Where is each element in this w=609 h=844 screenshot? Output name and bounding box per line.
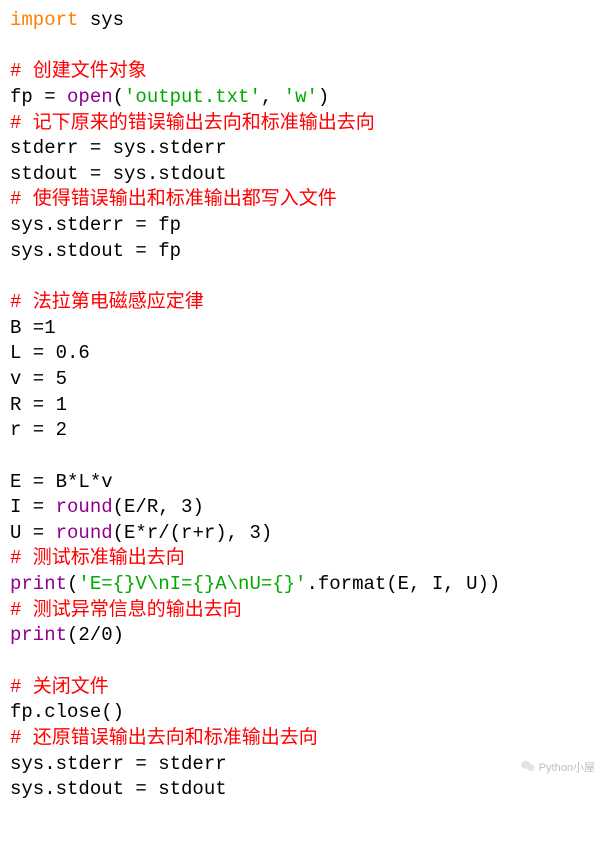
token: (E*r/(r+r), 3) <box>113 522 273 544</box>
comment: # 记下原来的错误输出去向和标准输出去向 <box>10 112 375 134</box>
builtin-print: print <box>10 573 67 595</box>
token: I = <box>10 496 56 518</box>
token: fp = <box>10 86 67 108</box>
code-line: r = 2 <box>10 419 67 441</box>
comment: # 测试异常信息的输出去向 <box>10 599 242 621</box>
watermark: Python小屋 <box>521 760 595 777</box>
token: .format(E, I, U)) <box>306 573 500 595</box>
token: U = <box>10 522 56 544</box>
code-line: sys.stderr = fp <box>10 214 181 236</box>
comment: # 还原错误输出去向和标准输出去向 <box>10 727 318 749</box>
code-line: B =1 <box>10 317 56 339</box>
token: ( <box>67 573 78 595</box>
token: , <box>261 86 284 108</box>
code-line: R = 1 <box>10 394 67 416</box>
builtin-round: round <box>56 496 113 518</box>
token: (2/0) <box>67 624 124 646</box>
keyword-import: import <box>10 9 78 31</box>
code-block: import sys # 创建文件对象 fp = open('output.tx… <box>10 8 599 803</box>
token: ( <box>113 86 124 108</box>
builtin-print: print <box>10 624 67 646</box>
builtin-round: round <box>56 522 113 544</box>
comment: # 测试标准输出去向 <box>10 547 185 569</box>
code-line: v = 5 <box>10 368 67 390</box>
watermark-text: Python小屋 <box>539 761 595 776</box>
comment: # 法拉第电磁感应定律 <box>10 291 204 313</box>
comment: # 创建文件对象 <box>10 60 147 82</box>
string: 'output.txt' <box>124 86 261 108</box>
code-line: stderr = sys.stderr <box>10 137 227 159</box>
code-line: E = B*L*v <box>10 471 113 493</box>
code-line: fp.close() <box>10 701 124 723</box>
string: 'w' <box>284 86 318 108</box>
token: (E/R, 3) <box>113 496 204 518</box>
code-line: stdout = sys.stdout <box>10 163 227 185</box>
token: ) <box>318 86 329 108</box>
string: 'E={}V\nI={}A\nU={}' <box>78 573 306 595</box>
token: sys <box>78 9 124 31</box>
code-line: sys.stdout = fp <box>10 240 181 262</box>
code-line: sys.stdout = stdout <box>10 778 227 800</box>
code-line: L = 0.6 <box>10 342 90 364</box>
comment: # 关闭文件 <box>10 676 109 698</box>
wechat-icon <box>521 760 535 777</box>
code-line: sys.stderr = stderr <box>10 753 227 775</box>
comment: # 使得错误输出和标准输出都写入文件 <box>10 188 337 210</box>
builtin-open: open <box>67 86 113 108</box>
